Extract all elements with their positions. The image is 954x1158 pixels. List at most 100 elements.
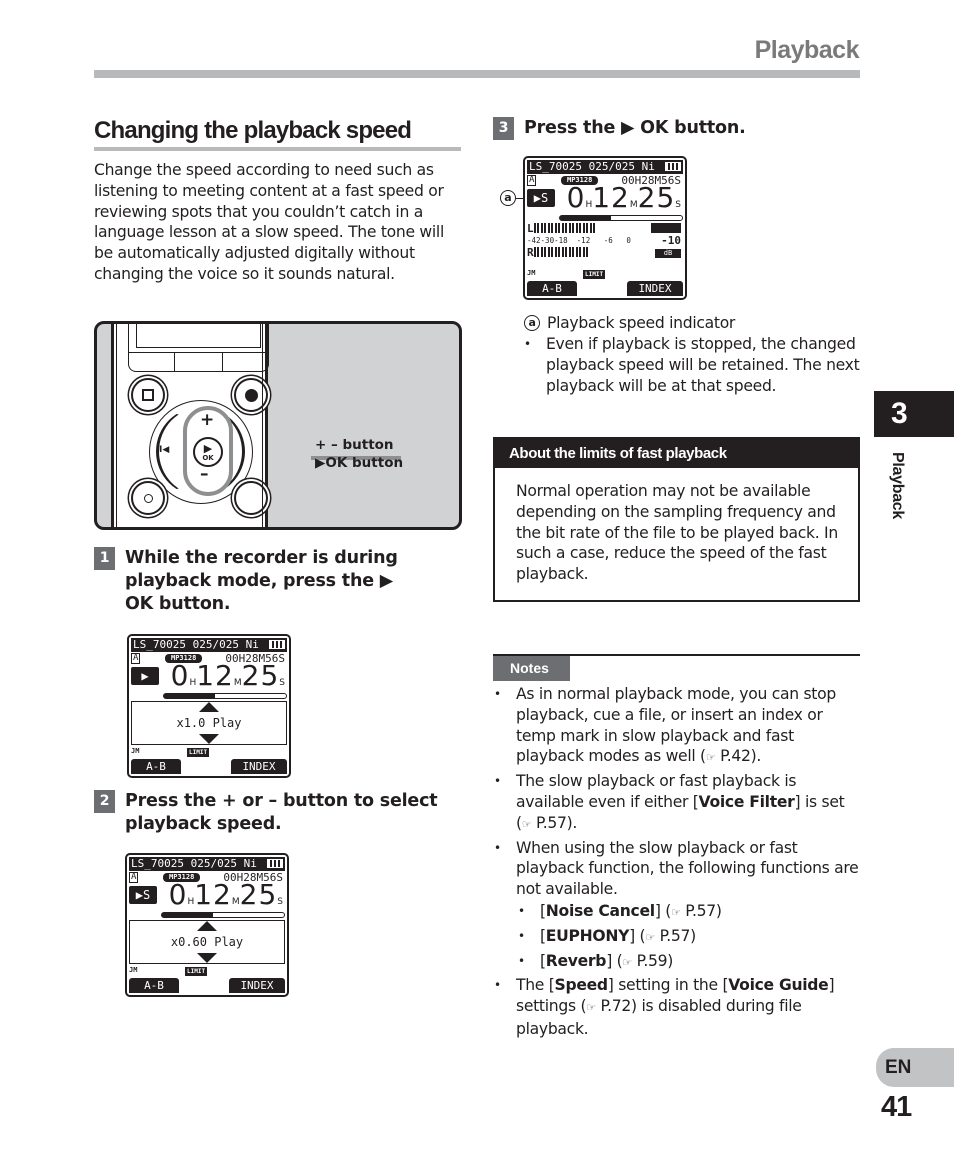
- callout-item: a Playback speed indicator: [522, 313, 862, 334]
- softkey-index: INDEX: [229, 978, 285, 993]
- mic-icon: JM: [129, 966, 138, 974]
- note-subitem: [EUPHONY] (☞ P.57): [492, 926, 862, 949]
- lcd-speed-value: x0.60 Play: [170, 935, 244, 949]
- plus-minus-button-label: + – button: [315, 437, 394, 453]
- step-number-badge: 1: [94, 547, 115, 570]
- lcd-filename: LS_70025: [529, 160, 582, 173]
- lcd-filename: LS_70025: [133, 638, 186, 651]
- stop-icon: [142, 389, 154, 401]
- erase-button-illustration: [131, 481, 165, 515]
- callout-bullet: Even if playback is stopped, the changed…: [522, 334, 862, 396]
- lcd-speed-value: x1.0 Play: [176, 716, 242, 730]
- callout-note: Even if playback is stopped, the changed…: [522, 334, 862, 396]
- page-reference[interactable]: P.72: [600, 997, 631, 1015]
- step-1: 1 While the recorder is during playback …: [94, 547, 464, 619]
- reference-icon: ☞: [586, 1001, 596, 1015]
- callout-description: a Playback speed indicator: [522, 313, 862, 334]
- lcd-filename: LS_70025: [131, 857, 184, 870]
- lcd-screen-normal-speed: LS_70025 025/025 Ni A MP3128 00H28M56S ▶ 0…: [127, 634, 291, 778]
- step-text: Press the ▶ OK button.: [524, 118, 746, 138]
- page-reference[interactable]: P.59: [637, 952, 668, 970]
- softkey-ab: A-B: [131, 759, 181, 774]
- plus-icon: +: [200, 410, 215, 430]
- battery-icon: [665, 162, 681, 171]
- circle-icon: [143, 493, 153, 503]
- level-meter: L -42-30-18 -12 -6 0 R -10 dB: [527, 221, 683, 267]
- lcd-battery-type: Ni: [245, 638, 259, 651]
- ok-button-label: ▶OK button: [315, 455, 404, 471]
- battery-icon: [269, 640, 285, 649]
- left-channel-label: L: [527, 221, 534, 235]
- speed-down-arrow-icon: [197, 953, 217, 963]
- left-channel-meter: L: [527, 221, 597, 235]
- page-reference[interactable]: P.57: [685, 902, 716, 920]
- speed-up-arrow-icon: [199, 702, 219, 712]
- lcd-progress-fill: [162, 913, 214, 917]
- note-item: When using the slow playback or fast pla…: [492, 838, 862, 900]
- right-channel-meter: R: [527, 245, 590, 259]
- ok-label: OK: [202, 454, 214, 462]
- lcd-folder: A: [527, 175, 537, 186]
- softkey-ab: A-B: [527, 281, 577, 296]
- step-text: While the recorder is during playback mo…: [125, 548, 398, 614]
- reference-icon: ☞: [705, 751, 716, 765]
- step-3: 3 Press the ▶ OK button.: [493, 117, 863, 141]
- limits-box-title: About the limits of fast playback: [495, 439, 858, 468]
- recorder-softkeys: [128, 352, 269, 372]
- softkey-index: INDEX: [627, 281, 683, 296]
- lcd-file-count: 025/025: [190, 857, 237, 870]
- callout-label: Playback speed indicator: [547, 314, 736, 332]
- lcd-folder: A: [131, 653, 141, 664]
- lcd-progress-bar: [161, 912, 285, 918]
- limit-indicator: LIMIT: [187, 748, 210, 757]
- note-subitem: [Reverb] (☞ P.59): [492, 951, 862, 974]
- lcd-file-count: 025/025: [588, 160, 635, 173]
- note-item: As in normal playback mode, you can stop…: [492, 684, 862, 769]
- step-2: 2 Press the + or – button to select play…: [94, 790, 464, 838]
- function-button-illustration: [234, 481, 268, 515]
- meter-scale: -42-30-18 -12 -6 0: [527, 236, 631, 245]
- lcd-progress-bar: [559, 215, 683, 221]
- reference-icon: ☞: [671, 905, 681, 919]
- step-number-badge: 2: [94, 790, 115, 813]
- header-title: Playback: [754, 36, 860, 64]
- limits-box-body: Normal operation may not be available de…: [516, 482, 838, 584]
- step-number-badge: 3: [493, 117, 514, 140]
- page-reference[interactable]: P.42: [720, 747, 751, 765]
- speed-up-arrow-icon: [197, 921, 217, 931]
- chapter-tab[interactable]: 3: [874, 391, 954, 437]
- ok-button-illustration: ▶ OK: [193, 437, 223, 467]
- reference-icon: ☞: [645, 930, 655, 944]
- step-text: Press the + or – button to select playba…: [125, 791, 438, 834]
- notes-heading: Notes: [493, 656, 570, 681]
- notes-list: As in normal playback mode, you can stop…: [492, 684, 862, 1042]
- lcd-speed-selector: x0.60 Play: [129, 920, 285, 964]
- page-reference[interactable]: P.57: [536, 814, 567, 832]
- setting-name: EUPHONY: [545, 926, 630, 945]
- callout-marker-a: a: [524, 315, 540, 331]
- page-reference[interactable]: P.57: [660, 927, 691, 945]
- slow-play-icon: ▶S: [129, 886, 157, 904]
- recorder-illustration: + – ▶ OK I◀ + – button ▶OK button: [94, 321, 462, 530]
- right-channel-label: R: [527, 245, 534, 259]
- note-item: The slow playback or fast playback is av…: [492, 771, 862, 835]
- reference-icon: ☞: [622, 955, 632, 969]
- setting-name: Noise Cancel: [545, 901, 655, 920]
- lcd-battery-type: Ni: [243, 857, 257, 870]
- lcd-status-bar: LS_70025 025/025 Ni: [527, 160, 683, 174]
- language-tab[interactable]: EN: [876, 1048, 954, 1087]
- limit-indicator: LIMIT: [185, 967, 208, 976]
- mic-icon: JM: [527, 269, 536, 277]
- meter-unit: dB: [655, 249, 681, 258]
- meter-value: -10: [661, 234, 681, 247]
- playback-speed-indicator-icon: ▶S: [527, 189, 555, 207]
- chapter-label: Playback: [889, 452, 906, 519]
- intro-paragraph: Change the speed according to need such …: [94, 161, 444, 283]
- lcd-screen-slow-speed: LS_70025 025/025 Ni A MP3128 00H28M56S ▶S …: [125, 853, 289, 997]
- setting-name: Voice Filter: [698, 792, 795, 811]
- speed-down-arrow-icon: [199, 734, 219, 744]
- mic-icon: JM: [131, 747, 140, 755]
- limits-info-box: About the limits of fast playback Normal…: [493, 437, 860, 602]
- reference-icon: ☞: [521, 817, 532, 831]
- battery-icon: [267, 859, 283, 868]
